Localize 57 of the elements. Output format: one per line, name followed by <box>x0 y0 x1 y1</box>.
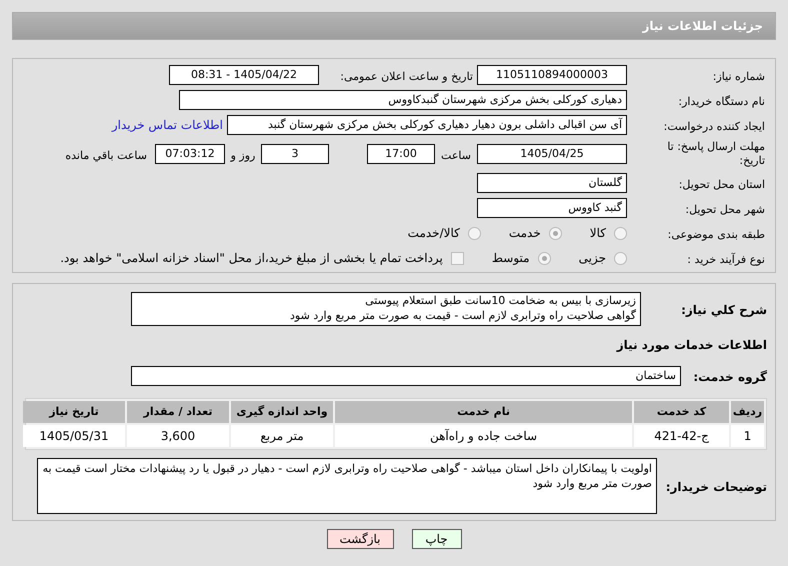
field-label: استان محل تحویل: <box>678 178 765 191</box>
deadline-date-field[interactable]: 1405/04/25 <box>477 144 627 164</box>
requester-field[interactable]: آی سن اقبالی داشلی برون دهیار دهیاری کورکلی بخش مرکزی شهرستان گنبد <box>227 115 627 135</box>
column-header: تاریخ نیاز <box>23 401 125 423</box>
radio-label: جزیی <box>578 250 606 267</box>
radio-button[interactable] <box>614 252 627 264</box>
radio-label: متوسط <box>492 250 530 267</box>
section-heading: اطلاعات خدمات مورد نیاز <box>616 338 767 352</box>
need-number-field[interactable]: 1105110894000003 <box>477 65 627 85</box>
field-label: شهر محل تحویل: <box>685 203 765 216</box>
table-cell: 1 <box>731 425 764 447</box>
column-header: نام خدمت <box>335 401 632 423</box>
column-header: واحد اندازه گیری <box>231 401 333 423</box>
field-label: مهلت ارسال پاسخ: تا تاریخ: <box>666 140 765 168</box>
announce-date-field[interactable]: 1405/04/22 - 08:31 <box>169 65 319 85</box>
table-cell: متر مربع <box>231 425 333 447</box>
table-cell: ج-42-421 <box>634 425 729 447</box>
table-cell: 3,600 <box>127 425 229 447</box>
radio-label: کالا/خدمت <box>408 225 460 242</box>
field-label: ایجاد کننده درخواست: <box>664 120 765 133</box>
back-button[interactable]: بازگشت <box>326 529 394 549</box>
page-title: جزئیات اطلاعات نیاز <box>642 18 763 35</box>
field-label: نوع فرآیند خرید : <box>687 253 765 266</box>
field-label: شرح کلي نیاز: <box>681 303 767 317</box>
contact-link[interactable]: اطلاعات تماس خریدار <box>112 116 223 134</box>
radio-label: کالا <box>590 225 606 242</box>
province-field[interactable]: گلستان <box>477 173 627 193</box>
remaining-time-field[interactable]: 07:03:12 <box>155 144 225 164</box>
column-header: تعداد / مقدار <box>127 401 229 423</box>
description-field[interactable]: زیرسازی با بیس به ضخامت 10سانت طبق استعلام پیوستی گواهی صلاحیت راه وترابری لازم است - قیمت به صورت متر مربع وارد شود <box>131 292 641 326</box>
field-label: طبقه بندی موضوعی: <box>668 228 765 241</box>
field-label: روز و <box>230 149 256 162</box>
radio-button[interactable] <box>614 226 627 240</box>
service-group-field[interactable]: ساختمان <box>131 366 681 386</box>
buyer-notes-field[interactable]: اولویت با پیمانکاران داخل استان میباشد - گواهی صلاحیت راه وترابری لازم است - دهیار در قبول یا رد پیشنهادات مختار است قیمت به صورت متر مربع وارد شود <box>37 458 657 514</box>
field-label: تاریخ و ساعت اعلان عمومی: <box>340 70 473 83</box>
radio-label: خدمت <box>508 225 541 242</box>
buyer-org-field[interactable]: دهیاری کورکلی بخش مرکزی شهرستان گنبدکاووس <box>179 90 627 110</box>
field-label: گروه خدمت: <box>693 370 767 384</box>
treasury-note: پرداخت تمام یا بخشی از مبلغ خرید،از محل "اسناد خزانه اسلامی" خواهد بود. <box>60 250 443 267</box>
field-label: شماره نیاز: <box>712 70 765 83</box>
city-field[interactable]: گنبد کاووس <box>477 198 627 218</box>
field-label: توضیحات خریدار: <box>666 480 767 494</box>
field-label: نام دستگاه خریدار: <box>678 95 765 108</box>
table-cell: ساخت جاده و راه‌آهن <box>335 425 632 447</box>
column-header: کد خدمت <box>634 401 729 423</box>
column-header: ردیف <box>731 401 764 423</box>
field-label: ساعت باقي مانده <box>65 149 147 162</box>
table-cell: 1405/05/31 <box>23 425 125 447</box>
radio-button[interactable] <box>548 226 562 240</box>
days-field[interactable]: 3 <box>261 144 329 164</box>
field-label: ساعت <box>441 149 471 162</box>
radio-button[interactable] <box>538 252 551 264</box>
checkbox[interactable] <box>450 252 464 264</box>
print-button[interactable]: چاپ <box>412 529 462 549</box>
radio-button[interactable] <box>468 226 481 240</box>
deadline-time-field[interactable]: 17:00 <box>367 144 435 164</box>
